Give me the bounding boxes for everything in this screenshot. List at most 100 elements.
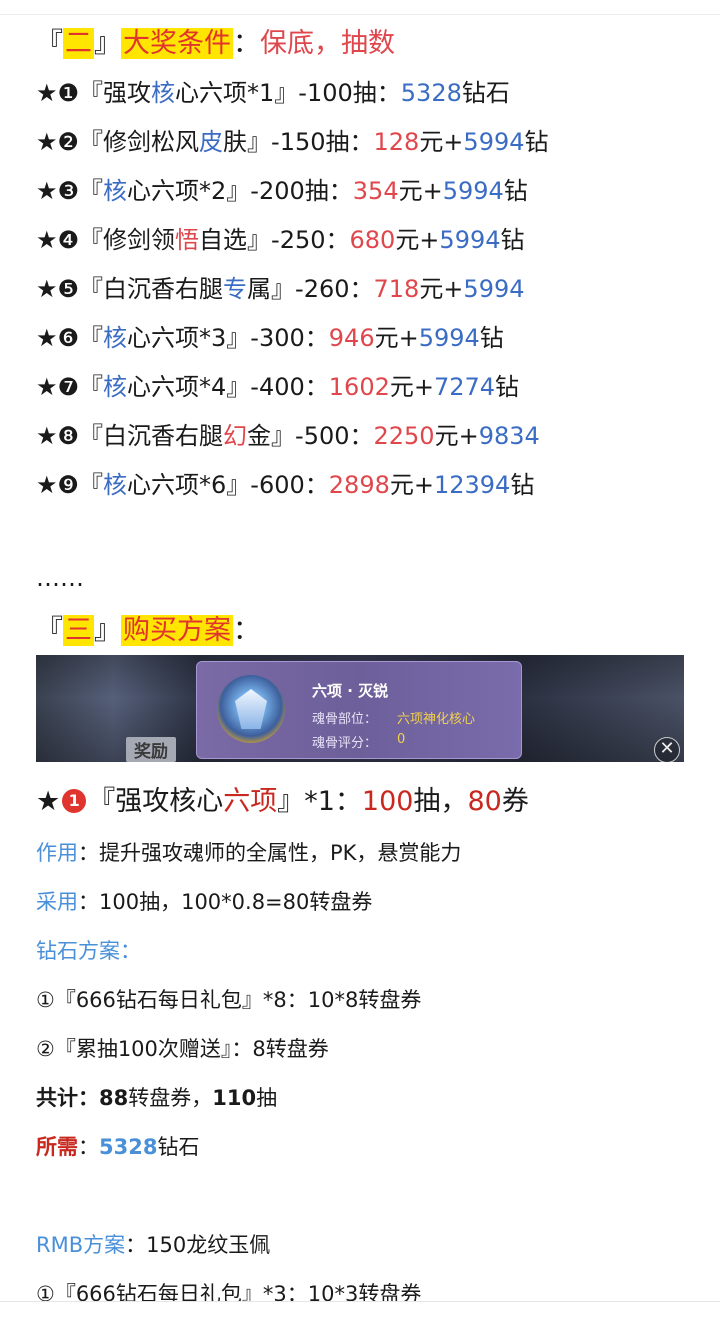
item-diamond-amount: 5328 [400,79,462,107]
total-coupons: 88 [99,1086,129,1110]
item-highlight: 悟 [175,226,200,254]
item-unit: 钻 [500,226,525,254]
star-icon: ★ [36,786,61,817]
item-highlight: 核 [103,177,128,205]
item-text: 自选』-250： [199,226,350,254]
item-diamond-amount: 5994 [463,275,525,303]
item-rmb-amount: 718 [373,275,420,303]
item-text: 『强攻 [79,79,152,107]
item-diamond-amount: 5994 [439,226,501,254]
total-text: 抽 [256,1086,278,1110]
item-rmb-amount: 354 [352,177,399,205]
item-text: 『白沉香右腿 [79,275,224,303]
total-label: 共计： [36,1086,99,1110]
item-number: ❺ [57,275,80,303]
need-unit: 钻石 [157,1135,200,1159]
bracket-open: 『 [36,615,63,646]
item-number: ❻ [57,324,80,352]
rmb-plan-step-1: ①『666钻石每日礼包』*3：10*3转盘券 [36,1282,422,1301]
list-item: ★❼『核心六项*4』-400：1602元+7274钻 [36,373,520,401]
item-unit: 元+ [389,373,434,401]
plan-text: 『强攻核心 [88,786,224,817]
rmb-plan-label: RMB方案 [36,1233,126,1257]
effect-value: ：提升强攻魂师的全属性，PK，悬赏能力 [78,841,462,865]
soul-bone-card: 六项 · 灭锐 魂骨部位： 六项神化核心 魂骨评分： 0 [196,661,522,759]
item-highlight: 专 [223,275,248,303]
diamond-plan-label: 钻石方案： [36,939,141,963]
soul-bone-medal-icon [217,675,285,743]
list-item: ★❸『核心六项*2』-200抽：354元+5994钻 [36,177,528,205]
adopt-value: ：100抽，100*0.8=80转盘券 [78,890,373,914]
item-unit: 元+ [419,275,464,303]
item-rmb-amount: 946 [328,324,375,352]
need-amount: 5328 [99,1135,158,1159]
item-diamond-amount: 5994 [418,324,480,352]
card-key-score: 魂骨评分： [312,736,378,751]
item-text: 『 [79,373,104,401]
medal-emblem [235,689,267,729]
item-text: 属』-260： [247,275,374,303]
item-diamond-amount: 5994 [463,128,525,156]
section-3-header: 『三』购买方案： [36,613,260,649]
item-text: 『白沉香右腿 [79,422,224,450]
item-number: ❼ [57,373,80,401]
item-text: 心六项*6』-600： [127,471,329,499]
list-item: ★❾『核心六项*6』-600：2898元+12394钻 [36,471,535,499]
item-unit: 元+ [374,324,419,352]
plan-draws: 100 [361,786,414,817]
plan-number-badge: 1 [62,789,87,813]
effect-line: 作用：提升强攻魂师的全属性，PK，悬赏能力 [36,838,461,868]
section-3-title: 购买方案 [121,615,233,646]
section-2-desc: 保底，抽数 [260,28,395,59]
item-unit: 元+ [434,422,479,450]
section-2-header: 『二』大奖条件：保底，抽数 [36,26,395,62]
item-number: ❶ [57,79,80,107]
item-unit: 钻 [479,324,504,352]
diamond-plan-step-1: ①『666钻石每日礼包』*8：10*8转盘券 [36,988,422,1012]
total-line: 共计：88转盘券，110抽 [36,1083,277,1113]
item-unit: 元+ [389,471,434,499]
game-screenshot-banner: 奖励 六项 · 灭锐 魂骨部位： 六项神化核心 魂骨评分： 0 ✕ [36,655,684,762]
top-divider [0,14,720,15]
item-unit: 钻 [503,177,528,205]
colon: ： [233,615,260,646]
item-highlight: 皮 [199,128,224,156]
item-unit: 元+ [398,177,443,205]
item-number: ❽ [57,422,80,450]
adopt-label: 采用 [36,890,78,914]
item-rmb-amount: 1602 [328,373,390,401]
item-diamond-amount: 12394 [433,471,511,499]
item-unit: 元+ [395,226,440,254]
item-text: 『 [79,177,104,205]
card-title: 六项 · 灭锐 [312,682,389,700]
item-text: 『 [79,471,104,499]
list-item: ★❹『修剑领悟自选』-250：680元+5994钻 [36,226,525,254]
item-highlight: 幻 [223,422,248,450]
list-item: ★❷『修剑松风皮肤』-150抽：128元+5994钻 [36,128,549,156]
section-2-title: 大奖条件 [121,28,233,59]
total-text: 转盘券， [128,1086,213,1110]
close-icon[interactable]: ✕ [654,737,680,762]
list-item: ★❻『核心六项*3』-300：946元+5994钻 [36,324,504,352]
ellipsis: …… [36,564,84,592]
list-item: ★❺『白沉香右腿专属』-260：718元+5994 [36,275,525,303]
plan-text: 抽， [413,786,468,817]
item-text: 『修剑松风 [79,128,200,156]
plan-coupons: 80 [467,786,502,817]
rmb-plan-line: RMB方案：150龙纹玉佩 [36,1230,270,1260]
item-highlight: 核 [103,471,128,499]
item-diamond-amount: 9834 [478,422,540,450]
reward-label: 奖励 [126,737,176,762]
item-number: ❹ [57,226,80,254]
item-unit: 元+ [419,128,464,156]
need-label: 所需 [36,1135,78,1159]
item-unit: 钻石 [461,79,510,107]
item-text: 心六项*1』-100抽： [175,79,401,107]
plan-highlight: 六项 [223,786,278,817]
need-line: 所需：5328钻石 [36,1132,199,1162]
bracket-close: 』 [94,28,121,59]
item-highlight: 核 [103,373,128,401]
item-text: 心六项*3』-300： [127,324,329,352]
rmb-plan-value: ：150龙纹玉佩 [125,1233,271,1257]
plan-text: 』*1： [277,786,362,817]
